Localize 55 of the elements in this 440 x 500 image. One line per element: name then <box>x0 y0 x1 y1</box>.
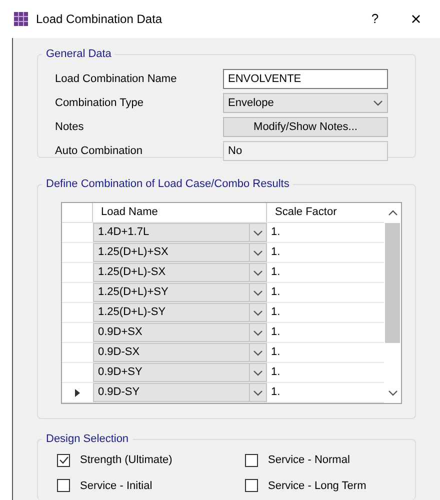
scale-factor-cell[interactable]: 1. <box>267 343 384 362</box>
load-name-dropdown[interactable]: 0.9D+SX <box>93 323 267 342</box>
group-title: Design Selection <box>42 431 133 447</box>
chevron-down-icon[interactable] <box>253 310 263 316</box>
type-dropdown[interactable]: Envelope <box>223 93 388 113</box>
scale-factor-cell[interactable]: 1. <box>267 363 384 382</box>
chevron-down-icon[interactable] <box>253 270 263 276</box>
checkbox[interactable] <box>245 454 258 467</box>
scale-factor-cell[interactable]: 1. <box>267 303 384 322</box>
name-field[interactable]: ENVOLVENTE <box>223 69 388 89</box>
auto-combination-field: No <box>223 141 388 161</box>
checkbox[interactable] <box>57 479 70 492</box>
scroll-thumb[interactable] <box>385 223 400 343</box>
help-button[interactable]: ? <box>360 9 390 29</box>
chevron-down-icon[interactable] <box>253 330 263 336</box>
checkbox-label: Service - Initial <box>80 478 152 494</box>
load-name-dropdown[interactable]: 1.25(D+L)+SY <box>93 283 267 302</box>
scale-factor-cell[interactable]: 1. <box>267 223 384 242</box>
checkbox[interactable] <box>245 479 258 492</box>
checkbox-label: Service - Long Term <box>268 478 366 494</box>
close-button[interactable]: × <box>404 10 428 28</box>
chevron-down-icon[interactable] <box>253 230 263 236</box>
scale-factor-cell[interactable]: 1. <box>267 243 384 262</box>
window-title: Load Combination Data <box>36 11 164 28</box>
column-header[interactable]: Scale Factor <box>267 203 384 222</box>
scroll-up-icon[interactable] <box>388 210 398 216</box>
scale-factor-cell[interactable]: 1. <box>267 383 384 402</box>
check-icon <box>58 456 68 464</box>
load-name-dropdown[interactable]: 0.9D-SX <box>93 343 267 362</box>
app-icon <box>14 12 28 26</box>
column-header[interactable]: Load Name <box>93 203 267 222</box>
scale-factor-cell[interactable]: 1. <box>267 283 384 302</box>
field-label: Load Combination Name <box>54 72 178 87</box>
notes-button[interactable]: Modify/Show Notes... <box>223 117 388 137</box>
scale-factor-cell[interactable]: 1. <box>267 323 384 342</box>
load-name-dropdown[interactable]: 1.25(D+L)-SX <box>93 263 267 282</box>
field-label: Notes <box>54 120 85 135</box>
field-label: Auto Combination <box>54 144 144 159</box>
chevron-down-icon[interactable] <box>253 390 263 396</box>
load-name-dropdown[interactable]: 0.9D+SY <box>93 363 267 382</box>
chevron-down-icon[interactable] <box>253 350 263 356</box>
load-name-dropdown[interactable]: 1.4D+1.7L <box>93 223 267 242</box>
scroll-down-icon[interactable] <box>388 390 398 396</box>
chevron-down-icon[interactable] <box>253 290 263 296</box>
chevron-down-icon[interactable] <box>253 370 263 376</box>
checkbox-label: Strength (Ultimate) <box>80 453 172 468</box>
load-name-dropdown[interactable]: 1.25(D+L)-SY <box>93 303 267 322</box>
checkbox-label: Service - Normal <box>268 453 350 468</box>
checkbox[interactable] <box>57 454 70 467</box>
load-name-dropdown[interactable]: 0.9D-SY <box>93 383 267 402</box>
chevron-down-icon[interactable] <box>253 250 263 256</box>
scale-factor-cell[interactable]: 1. <box>267 263 384 282</box>
load-name-dropdown[interactable]: 1.25(D+L)+SX <box>93 243 267 262</box>
field-label: Combination Type <box>54 96 144 111</box>
chevron-down-icon[interactable] <box>373 100 383 106</box>
